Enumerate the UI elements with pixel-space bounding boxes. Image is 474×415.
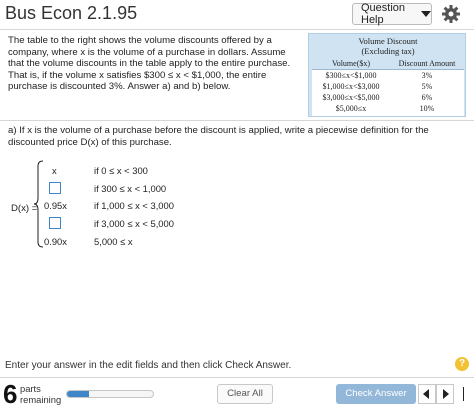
footer-divider	[0, 377, 474, 378]
progress-fill	[67, 391, 89, 397]
question-help-label: Question Help	[361, 2, 406, 26]
answer-input-box[interactable]	[49, 182, 61, 194]
table-caption: Volume Discount (Excluding tax)	[309, 36, 467, 56]
piece-expression: 0.95x	[44, 200, 94, 211]
clear-all-button[interactable]: Clear All	[217, 384, 273, 404]
parts-label-line2: remaining	[20, 393, 62, 405]
piece-condition: if 1,000 ≤ x < 3,000	[94, 199, 174, 211]
question-help-button[interactable]: Question Help	[352, 2, 432, 26]
cell-amount: 6%	[421, 93, 433, 102]
parts-remaining-label: parts remaining	[20, 383, 62, 405]
cell-volume: $5,000≤x	[335, 104, 367, 113]
discount-grid: Volume($x) Discount Amount $300≤x<$1,000…	[312, 58, 464, 116]
table-caption-line1: Volume Discount	[358, 36, 418, 46]
gear-icon[interactable]	[441, 4, 461, 24]
cell-amount: 10%	[419, 104, 435, 113]
piecewise-row: if 300 ≤ x < 1,000	[44, 180, 166, 196]
table-header-row: Volume($x) Discount Amount	[312, 58, 464, 70]
question-a-text: a) If x is the volume of a purchase befo…	[8, 125, 429, 148]
progress-bar	[66, 390, 154, 398]
header-divider	[0, 29, 474, 30]
chevron-down-icon	[421, 11, 431, 17]
parts-remaining-count: 6	[3, 379, 18, 409]
intro-text: The table to the right shows the volume …	[8, 35, 291, 92]
piecewise-row: if 3,000 ≤ x < 5,000	[44, 215, 174, 231]
col-header-volume: Volume($x)	[331, 59, 371, 68]
check-answer-button[interactable]: Check Answer	[336, 384, 416, 404]
section-divider	[0, 120, 474, 121]
piece-expr-text: x	[52, 164, 57, 176]
piece-expression: x	[44, 165, 94, 176]
previous-button[interactable]	[418, 384, 436, 404]
parts-label-line1: parts	[20, 383, 41, 394]
cell-volume: $1,000≤x<$3,000	[322, 82, 380, 91]
piece-condition: 5,000 ≤ x	[94, 235, 133, 247]
piecewise-row: x if 0 ≤ x < 300	[44, 162, 148, 178]
cell-amount: 5%	[421, 82, 433, 91]
piece-condition: if 300 ≤ x < 1,000	[94, 182, 167, 194]
piece-expr-text: 0.95x	[44, 199, 67, 211]
piece-expression	[44, 182, 94, 194]
piece-expression: 0.90x	[44, 236, 94, 247]
page-title: Bus Econ 2.1.95	[5, 3, 138, 23]
piece-condition: if 3,000 ≤ x < 5,000	[94, 217, 174, 229]
table-row: $3,000≤x<$5,000 6%	[312, 92, 464, 103]
help-icon[interactable]: ?	[455, 357, 469, 371]
table-row: $1,000≤x<$3,000 5%	[312, 81, 464, 92]
cell-volume: $300≤x<$1,000	[325, 71, 377, 80]
answer-input-box[interactable]	[49, 217, 61, 229]
instruction-text: Enter your answer in the edit fields and…	[5, 360, 292, 371]
col-header-amount: Discount Amount	[398, 59, 456, 68]
piece-expression	[44, 217, 94, 229]
piece-expr-text: 0.90x	[44, 235, 67, 247]
volume-discount-table: Volume Discount (Excluding tax) Volume($…	[308, 33, 466, 117]
next-button[interactable]	[436, 384, 454, 404]
table-row: $5,000≤x 10%	[312, 103, 464, 114]
chevron-right-icon	[443, 389, 449, 399]
header: Bus Econ 2.1.95 Question Help	[0, 0, 474, 30]
cell-volume: $3,000≤x<$5,000	[322, 93, 380, 102]
nav-separator	[456, 384, 470, 404]
piecewise-row: 0.95x if 1,000 ≤ x < 3,000	[44, 197, 174, 213]
chevron-left-icon	[423, 389, 429, 399]
table-row: $300≤x<$1,000 3%	[312, 70, 464, 81]
table-caption-line2: (Excluding tax)	[361, 46, 415, 56]
piecewise-row: 0.90x 5,000 ≤ x	[44, 233, 133, 249]
piece-condition: if 0 ≤ x < 300	[94, 164, 148, 176]
cell-amount: 3%	[421, 71, 433, 80]
